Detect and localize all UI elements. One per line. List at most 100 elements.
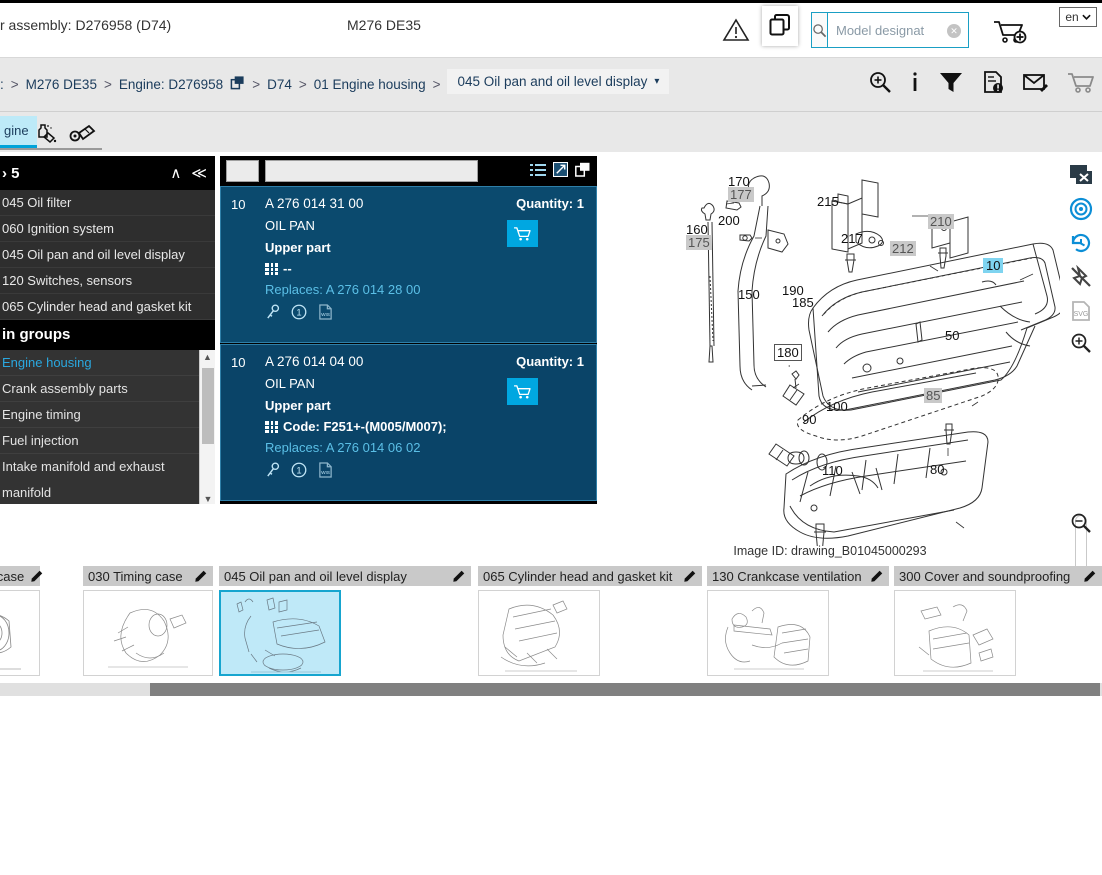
thumbnail-label[interactable]: 045 Oil pan and oil level display [219, 566, 471, 586]
list-view-icon[interactable] [530, 163, 546, 180]
unpin-icon[interactable] [1060, 264, 1102, 290]
list-item[interactable]: 045 Oil pan and oil level display [219, 566, 471, 682]
callout-80[interactable]: 80 [930, 462, 944, 477]
warning-triangle-icon[interactable] [722, 18, 750, 42]
part-replaces[interactable]: Replaces: A 276 014 06 02 [265, 440, 586, 455]
sidebar-group-fuel-injection[interactable]: Fuel injection [0, 428, 199, 454]
wis-document-icon[interactable]: WIS [318, 304, 333, 320]
breadcrumb-item-housing[interactable]: 01 Engine housing [314, 77, 426, 92]
callout-100[interactable]: 100 [826, 399, 848, 414]
horizontal-scrollbar[interactable] [0, 683, 1102, 696]
svg-export-icon[interactable]: SVG [1060, 298, 1102, 324]
thumbnail-label[interactable]: crankcase [0, 566, 43, 586]
thumbnail-label[interactable]: 300 Cover and soundproofing [894, 566, 1102, 586]
sidebar-vertical-scrollbar[interactable]: ▲ ▼ [199, 350, 215, 504]
edit-icon[interactable] [30, 569, 44, 583]
callout-10[interactable]: 10 [983, 258, 1004, 273]
sidebar-item-oil-filter[interactable]: 045 Oil filter [0, 190, 215, 216]
list-item[interactable]: 030 Timing case [83, 566, 213, 682]
callout-210[interactable]: 210 [928, 214, 954, 229]
thumbnail-image[interactable] [707, 590, 829, 676]
edit-icon[interactable] [194, 569, 208, 583]
callout-177[interactable]: 177 [728, 187, 754, 202]
wis-document-icon[interactable]: WIS [318, 462, 333, 478]
sidebar-collapse-left-icon[interactable]: ≪ [191, 164, 207, 182]
callout-217[interactable]: 217 [841, 231, 863, 246]
sidebar-group-intake-manifold[interactable]: Intake manifold and exhaust manifold [0, 454, 199, 504]
breadcrumb-item-model[interactable]: M276 DE35 [26, 77, 97, 92]
breadcrumb-item-engine[interactable]: Engine: D276958 [119, 77, 223, 92]
scroll-down-arrow-icon[interactable]: ▼ [200, 492, 215, 504]
callout-200[interactable]: 200 [718, 213, 740, 228]
info-icon[interactable] [910, 70, 920, 94]
document-alert-icon[interactable] [982, 70, 1004, 94]
technical-drawing[interactable]: 170 177 160 175 200 215 217 210 212 10 1… [600, 156, 1060, 546]
mail-edit-icon[interactable] [1022, 70, 1048, 94]
callout-185[interactable]: 185 [792, 295, 814, 310]
thumbnail-image[interactable] [894, 590, 1016, 676]
key-icon[interactable] [265, 304, 280, 320]
callout-110[interactable]: 110 [822, 463, 843, 478]
zoom-in-icon[interactable] [1060, 330, 1102, 356]
target-locate-icon[interactable] [1060, 196, 1102, 222]
callout-180[interactable]: 180 [774, 344, 802, 361]
tab-engine[interactable]: gine [0, 116, 37, 148]
copy-icon[interactable] [230, 75, 245, 93]
close-window-icon[interactable] [1060, 162, 1102, 188]
list-item[interactable]: 300 Cover and soundproofing [894, 566, 1102, 682]
callout-175[interactable]: 175 [686, 235, 712, 250]
thumbnail-label[interactable]: 065 Cylinder head and gasket kit [478, 566, 702, 586]
table-row[interactable]: 10 A 276 014 31 00 OIL PAN Upper part --… [220, 186, 597, 343]
breadcrumb-item-active[interactable]: 045 Oil pan and oil level display ▾ [447, 69, 670, 94]
callout-85[interactable]: 85 [924, 388, 943, 403]
sidebar-group-engine-housing[interactable]: Engine housing [0, 350, 199, 376]
sidebar-collapse-up-icon[interactable]: ∧ [170, 164, 181, 182]
key-icon[interactable] [265, 462, 280, 478]
bolt-screw-icon[interactable] [69, 123, 97, 148]
edit-icon[interactable] [683, 569, 697, 583]
sidebar-item-switches-sensors[interactable]: 120 Switches, sensors [0, 268, 215, 294]
callout-50[interactable]: 50 [945, 328, 959, 343]
list-item[interactable]: crankcase [0, 566, 43, 682]
thumbnail-label[interactable]: 130 Crankcase ventilation [707, 566, 889, 586]
sidebar-item-cylinder-head[interactable]: 065 Cylinder head and gasket kit [0, 294, 215, 320]
edit-icon[interactable] [452, 569, 466, 583]
grid-table-icon[interactable] [265, 420, 278, 433]
sidebar-item-ignition-system[interactable]: 060 Ignition system [0, 216, 215, 242]
fluid-paint-icon[interactable] [36, 123, 62, 148]
thumbnail-label[interactable]: 030 Timing case [83, 566, 213, 586]
list-item[interactable]: 065 Cylinder head and gasket kit [478, 566, 702, 682]
parts-filter-input[interactable] [226, 160, 259, 182]
table-row[interactable]: 10 A 276 014 04 00 OIL PAN Upper part Co… [220, 344, 597, 501]
thumbnail-image[interactable] [83, 590, 213, 676]
info-number-icon[interactable]: 1 [291, 304, 307, 320]
scrollbar-thumb[interactable] [202, 368, 214, 444]
callout-90[interactable]: 90 [802, 412, 816, 427]
model-search-box[interactable]: ✕ [811, 12, 1012, 48]
scroll-up-arrow-icon[interactable]: ▲ [200, 350, 215, 364]
edit-icon[interactable] [1083, 569, 1097, 583]
horizontal-scrollbar-thumb[interactable] [150, 683, 1100, 696]
copy-documents-button[interactable] [762, 6, 798, 46]
sidebar-group-crank-assembly[interactable]: Crank assembly parts [0, 376, 199, 402]
history-undo-icon[interactable] [1060, 230, 1102, 256]
info-number-icon[interactable]: 1 [291, 462, 307, 478]
part-replaces[interactable]: Replaces: A 276 014 28 00 [265, 282, 586, 297]
breadcrumb-item-variant[interactable]: D74 [267, 77, 292, 92]
cart-add-icon[interactable] [992, 18, 1028, 46]
list-item[interactable]: 130 Crankcase ventilation [707, 566, 889, 682]
model-search-input[interactable] [828, 13, 1012, 47]
zoom-out-icon[interactable] [1060, 510, 1102, 536]
sidebar-item-oil-pan[interactable]: 045 Oil pan and oil level display [0, 242, 215, 268]
model-search-clear-icon[interactable]: ✕ [947, 24, 961, 38]
callout-215[interactable]: 215 [817, 194, 839, 209]
thumbnail-image-selected[interactable] [219, 590, 341, 676]
language-selector[interactable]: en [1059, 7, 1097, 27]
filter-funnel-icon[interactable] [938, 70, 964, 94]
callout-212[interactable]: 212 [890, 241, 916, 256]
thumbnail-image[interactable] [478, 590, 600, 676]
cart-icon[interactable] [1066, 70, 1094, 94]
zoom-search-icon[interactable] [868, 70, 892, 94]
sidebar-group-engine-timing[interactable]: Engine timing [0, 402, 199, 428]
edit-icon[interactable] [870, 569, 884, 583]
